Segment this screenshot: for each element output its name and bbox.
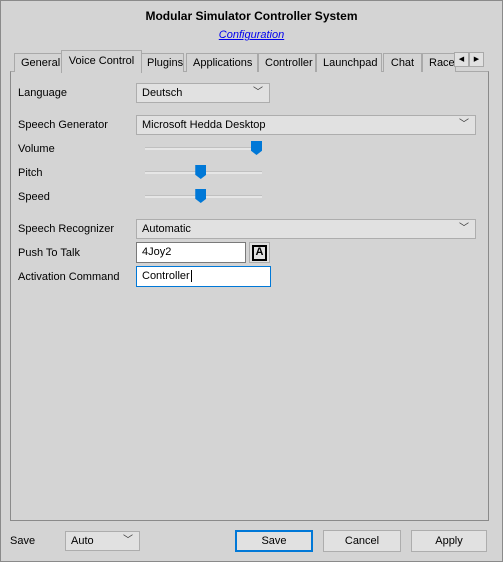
language-value: Deutsch — [142, 87, 183, 99]
push-to-talk-label: Push To Talk — [18, 247, 80, 259]
window-title: Modular Simulator Controller System — [145, 9, 358, 23]
chevron-down-icon: ﹀ — [253, 87, 263, 98]
save-button[interactable]: Save — [235, 530, 313, 552]
key-icon: A — [252, 245, 267, 261]
chevron-down-icon: ﹀ — [123, 535, 133, 546]
configuration-link[interactable]: Configuration — [0, 29, 503, 41]
speech-generator-label: Speech Generator — [18, 119, 108, 131]
language-dropdown[interactable]: Deutsch ﹀ — [136, 83, 270, 103]
push-to-talk-detect-button[interactable]: A — [249, 242, 270, 263]
speech-generator-value: Microsoft Hedda Desktop — [142, 119, 266, 131]
speed-label: Speed — [18, 191, 50, 203]
tab-panel — [10, 71, 489, 521]
save-mode-label: Save — [10, 535, 36, 547]
tab-race[interactable]: Race — [422, 53, 456, 72]
volume-slider-track[interactable] — [145, 147, 262, 150]
save-mode-value: Auto — [71, 535, 94, 547]
language-label: Language — [18, 87, 67, 99]
apply-button[interactable]: Apply — [411, 530, 487, 552]
speech-generator-dropdown[interactable]: Microsoft Hedda Desktop ﹀ — [136, 115, 476, 135]
speech-recognizer-dropdown[interactable]: Automatic ﹀ — [136, 219, 476, 239]
arrow-right-icon[interactable]: ▶ — [469, 52, 484, 67]
activation-command-value: Controller — [142, 270, 190, 282]
chevron-down-icon: ﹀ — [459, 223, 469, 234]
activation-command-input[interactable]: Controller — [136, 266, 271, 287]
tab-general[interactable]: General — [14, 53, 63, 72]
volume-label: Volume — [18, 143, 55, 155]
tab-applications[interactable]: Applications — [186, 53, 258, 72]
tab-launchpad[interactable]: Launchpad — [316, 53, 382, 72]
tab-voice-control[interactable]: Voice Control — [61, 50, 142, 73]
pitch-label: Pitch — [18, 167, 43, 179]
cancel-button[interactable]: Cancel — [323, 530, 401, 552]
tab-controller[interactable]: Controller — [258, 53, 316, 72]
tab-plugins[interactable]: Plugins — [140, 53, 184, 72]
text-cursor — [190, 270, 192, 282]
tab-chat[interactable]: Chat — [383, 53, 422, 72]
speech-recognizer-label: Speech Recognizer — [18, 223, 115, 235]
arrow-left-icon[interactable]: ◀ — [454, 52, 469, 67]
chevron-down-icon: ﹀ — [459, 119, 469, 130]
speech-recognizer-value: Automatic — [142, 223, 191, 235]
push-to-talk-input[interactable]: 4Joy2 — [136, 242, 246, 263]
save-mode-dropdown[interactable]: Auto ﹀ — [65, 531, 140, 551]
activation-command-label: Activation Command — [18, 271, 120, 283]
